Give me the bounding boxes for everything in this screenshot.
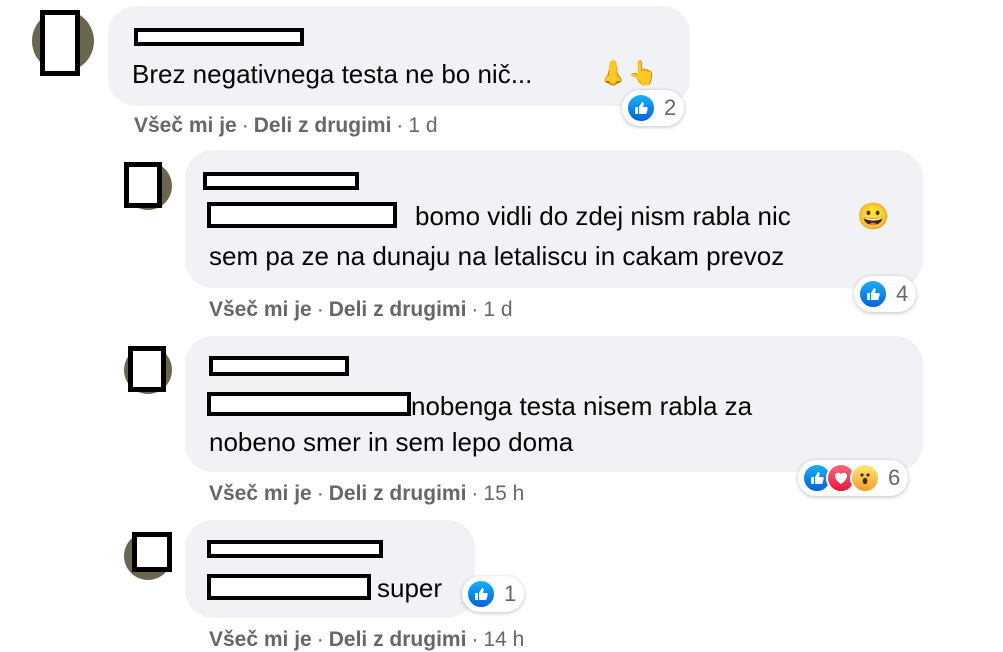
comment-actions: Všeč mi je · Deli z drugimi · 14 h (209, 628, 525, 651)
author-name-redaction (134, 28, 304, 46)
comment-bubble: nobenga testa nisem rabla za nobeno smer… (185, 336, 923, 472)
reaction-count: 2 (664, 95, 677, 120)
reaction-count: 6 (888, 465, 901, 490)
comment-emoji: 👃👆 (598, 60, 658, 87)
reaction-summary[interactable]: 4 (854, 276, 917, 312)
reaction-summary[interactable]: 1 (462, 576, 525, 612)
comment-text: nobenga testa nisem rabla za (411, 391, 753, 421)
author-name-redaction (203, 172, 359, 190)
wow-face-icon (850, 463, 880, 493)
comment-text: Brez negativnega testa ne bo nič... (132, 59, 533, 89)
comment-text: super (377, 573, 443, 603)
reaction-count: 4 (896, 281, 909, 306)
like-link[interactable]: Všeč mi je (134, 114, 237, 137)
author-name-redaction (209, 356, 349, 376)
avatar[interactable] (124, 346, 172, 394)
like-link[interactable]: Všeč mi je (209, 298, 312, 321)
comment-actions: Všeč mi je · Deli z drugimi · 15 h (209, 482, 525, 505)
comment-emoji: 😀 (857, 201, 890, 231)
reaction-summary[interactable]: 6 (798, 460, 909, 496)
avatar[interactable] (124, 162, 172, 210)
avatar-redaction (124, 162, 162, 208)
avatar[interactable] (124, 532, 172, 580)
avatar[interactable] (32, 10, 94, 76)
share-link[interactable]: Deli z drugimi (254, 114, 392, 137)
comment-actions: Všeč mi je · Deli z drugimi · 1 d (209, 298, 513, 321)
tagged-user-redaction (207, 392, 411, 416)
comment-text: sem pa ze na dunaju na letaliscu in caka… (209, 241, 785, 271)
comment-bubble: super (185, 520, 475, 618)
comment-bubble: Brez negativnega testa ne bo nič... 👃👆 (108, 6, 690, 106)
share-link[interactable]: Deli z drugimi (329, 628, 467, 651)
author-name-redaction (207, 540, 383, 558)
tagged-user-redaction (207, 574, 371, 600)
share-link[interactable]: Deli z drugimi (329, 482, 467, 505)
timestamp[interactable]: 15 h (483, 482, 524, 505)
avatar-redaction (40, 10, 80, 76)
like-link[interactable]: Všeč mi je (209, 628, 312, 651)
reaction-count: 1 (504, 581, 517, 606)
timestamp[interactable]: 14 h (483, 628, 524, 651)
thumbs-up-icon (466, 579, 496, 609)
avatar-redaction (128, 346, 166, 392)
timestamp[interactable]: 1 d (408, 114, 437, 137)
thumbs-up-icon (858, 279, 888, 309)
avatar-redaction (132, 532, 172, 572)
comment-actions: Všeč mi je · Deli z drugimi · 1 d (134, 114, 438, 137)
comment-text: nobeno smer in sem lepo doma (209, 427, 574, 457)
comment-bubble: bomo vidli do zdej nism rabla nic 😀 sem … (185, 150, 923, 288)
thumbs-up-icon (626, 93, 656, 123)
share-link[interactable]: Deli z drugimi (329, 298, 467, 321)
comment-text: bomo vidli do zdej nism rabla nic (415, 201, 791, 231)
reaction-summary[interactable]: 2 (622, 90, 685, 126)
like-link[interactable]: Všeč mi je (209, 482, 312, 505)
timestamp[interactable]: 1 d (483, 298, 512, 321)
tagged-user-redaction (207, 202, 397, 228)
